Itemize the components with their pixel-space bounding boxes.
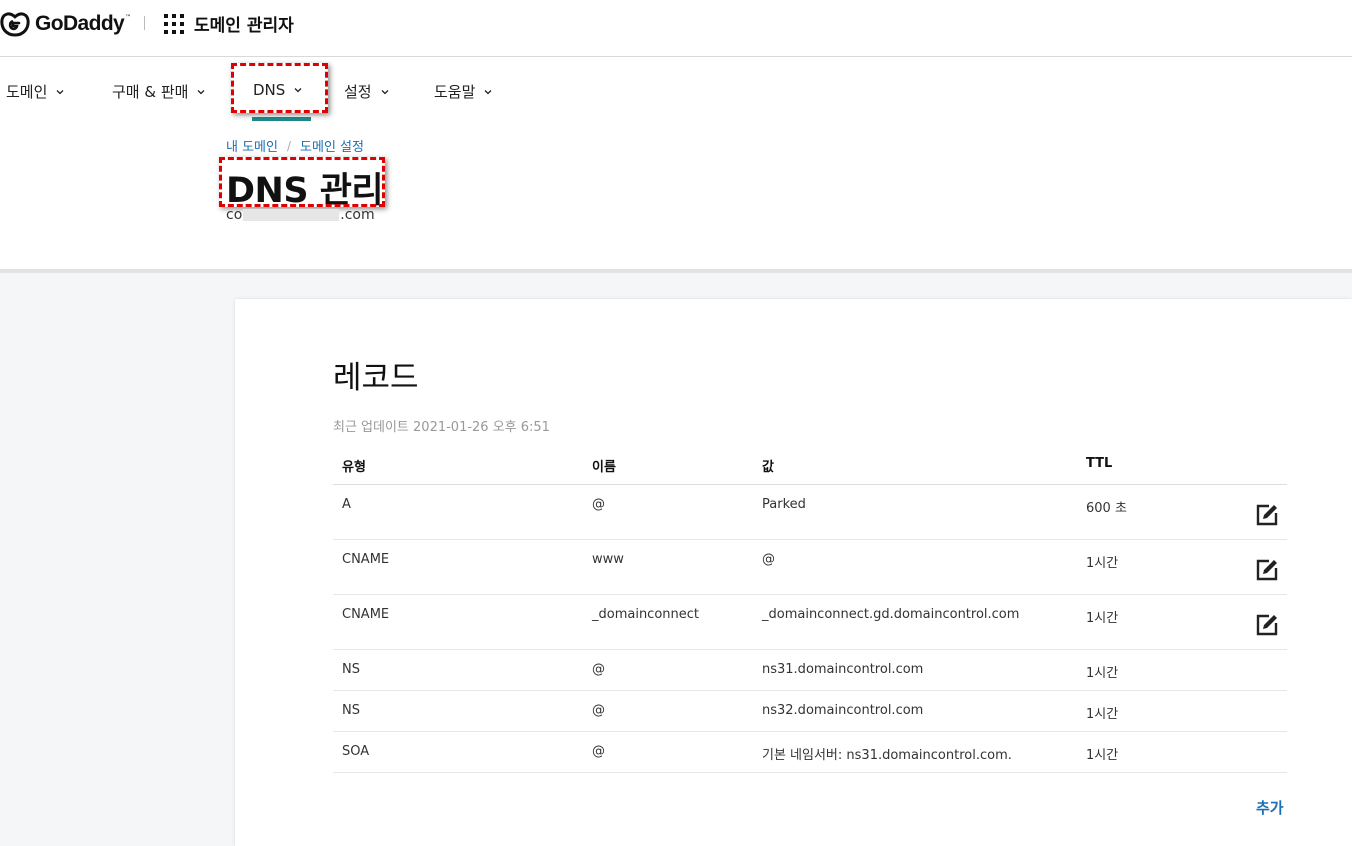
app-title[interactable]: 도메인 관리자	[194, 11, 294, 36]
header-separator	[144, 16, 145, 30]
column-header-ttl: TTL	[1086, 456, 1113, 471]
record-type: NS	[342, 662, 360, 677]
record-ttl: 600 초	[1086, 501, 1127, 516]
record-value: 기본 네임서버: ns31.domaincontrol.com.	[762, 748, 1012, 763]
redacted-mask	[243, 209, 340, 221]
record-ttl: 1시간	[1086, 748, 1119, 763]
chevron-down-icon	[484, 89, 492, 94]
domain-name: co .com	[226, 207, 375, 223]
record-name: @	[592, 744, 605, 759]
record-type: NS	[342, 703, 360, 718]
record-name: _domainconnect	[592, 607, 700, 622]
column-header-name: 이름	[592, 460, 616, 475]
table-row: NS @ ns32.domaincontrol.com 1시간	[333, 691, 1287, 732]
edit-icon[interactable]	[1255, 503, 1279, 527]
godaddy-logo[interactable]: GoDaddy ™	[0, 10, 131, 38]
record-value: ns32.domaincontrol.com	[762, 703, 924, 718]
chevron-down-icon	[294, 88, 302, 93]
record-type: A	[342, 497, 351, 512]
record-name: @	[592, 703, 605, 718]
breadcrumb: 내 도메인 / 도메인 설정	[226, 136, 364, 156]
breadcrumb-my-domains[interactable]: 내 도메인	[226, 136, 278, 155]
logo-text: GoDaddy	[35, 12, 125, 35]
nav-item-label: 도메인	[6, 83, 48, 101]
breadcrumb-separator: /	[286, 138, 292, 153]
record-type: CNAME	[342, 552, 390, 567]
dns-records-table: 유형 이름 값 TTL A @ Parked 600 초 CNAME www @…	[333, 446, 1287, 773]
record-value: _domainconnect.gd.domaincontrol.com	[762, 607, 1020, 622]
table-header: 유형 이름 값 TTL	[333, 446, 1287, 485]
godaddy-logo-icon	[0, 12, 30, 37]
edit-icon[interactable]	[1255, 558, 1279, 582]
table-row: NS @ ns31.domaincontrol.com 1시간	[333, 650, 1287, 691]
chevron-down-icon	[381, 89, 389, 94]
last-updated: 최근 업데이트 2021-01-26 오후 6:51	[333, 420, 550, 435]
nav-item-label: DNS	[253, 81, 286, 99]
main-nav: 도메인 구매 & 판매 DNS 설정 도움말	[0, 57, 1352, 127]
add-record-button[interactable]: 추가	[1256, 797, 1284, 818]
record-name: @	[592, 662, 605, 677]
nav-item-label: 설정	[344, 83, 372, 101]
nav-active-indicator	[252, 117, 311, 121]
record-type: SOA	[342, 744, 370, 759]
record-name: www	[592, 552, 624, 567]
record-value: @	[762, 552, 775, 567]
table-row: CNAME www @ 1시간	[333, 540, 1287, 595]
app-grid-icon[interactable]	[164, 14, 184, 34]
page-title: DNS 관리	[226, 171, 384, 211]
record-ttl: 1시간	[1086, 556, 1119, 571]
record-ttl: 1시간	[1086, 666, 1119, 681]
logo-trademark: ™	[125, 13, 132, 21]
chevron-down-icon	[56, 89, 64, 94]
record-ttl: 1시간	[1086, 611, 1119, 626]
records-title: 레코드	[333, 360, 419, 396]
domain-prefix: co	[226, 207, 243, 223]
record-value: ns31.domaincontrol.com	[762, 662, 924, 677]
record-type: CNAME	[342, 607, 390, 622]
table-row: CNAME _domainconnect _domainconnect.gd.d…	[333, 595, 1287, 650]
nav-item-settings[interactable]: 설정	[344, 81, 389, 102]
domain-suffix: .com	[340, 207, 375, 223]
column-header-value: 값	[762, 460, 774, 475]
column-header-type: 유형	[342, 460, 366, 475]
nav-item-help[interactable]: 도움말	[434, 81, 492, 102]
record-name: @	[592, 497, 605, 512]
record-value: Parked	[762, 497, 806, 512]
edit-icon[interactable]	[1255, 613, 1279, 637]
table-row: SOA @ 기본 네임서버: ns31.domaincontrol.com. 1…	[333, 732, 1287, 773]
nav-item-domains[interactable]: 도메인	[6, 81, 64, 102]
record-ttl: 1시간	[1086, 707, 1119, 722]
nav-item-label: 구매 & 판매	[112, 83, 189, 101]
chevron-down-icon	[197, 89, 205, 94]
table-row: A @ Parked 600 초	[333, 485, 1287, 540]
top-bar: GoDaddy ™ 도메인 관리자	[0, 0, 1352, 57]
nav-item-buy-sell[interactable]: 구매 & 판매	[112, 81, 205, 102]
breadcrumb-domain-settings[interactable]: 도메인 설정	[300, 136, 364, 155]
nav-item-dns[interactable]: DNS	[253, 81, 302, 99]
nav-item-label: 도움말	[434, 83, 476, 101]
